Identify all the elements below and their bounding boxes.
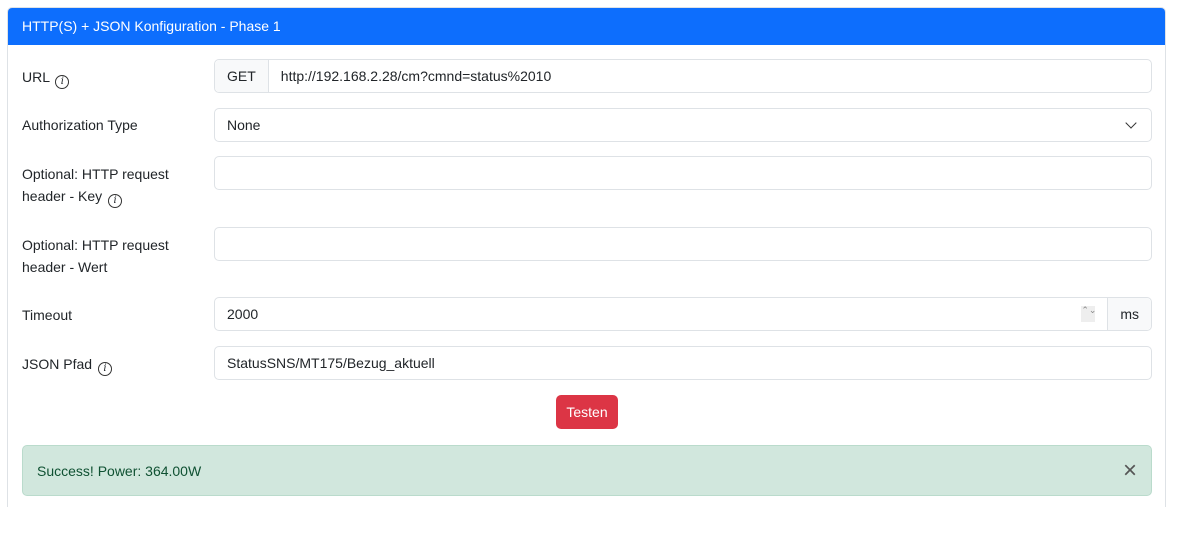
method-addon: GET: [215, 60, 269, 92]
timeout-label: Timeout: [22, 307, 73, 323]
card-header: HTTP(S) + JSON Konfiguration - Phase 1: [8, 8, 1165, 45]
json-path-input[interactable]: StatusSNS/MT175/Bezug_aktuell: [214, 346, 1152, 380]
auth-type-select[interactable]: None: [214, 108, 1152, 142]
url-input-group: GET http://192.168.2.28/cm?cmnd=status%2…: [214, 59, 1152, 93]
header-value-label-line2: header - Wert: [22, 259, 108, 275]
url-input[interactable]: http://192.168.2.28/cm?cmnd=status%2010: [269, 68, 1151, 84]
info-icon[interactable]: i: [55, 75, 70, 89]
spinner-icon[interactable]: ⌃⌄: [1081, 306, 1096, 322]
config-card: HTTP(S) + JSON Konfiguration - Phase 1 U…: [7, 7, 1166, 507]
alert-message: Success! Power: 364.00W: [37, 462, 202, 479]
header-value-label: Optional: HTTP request header - Wert: [22, 234, 169, 278]
info-icon[interactable]: i: [97, 362, 112, 376]
chevron-down-icon: [1125, 117, 1137, 129]
header-value-label-line1: Optional: HTTP request: [22, 237, 169, 253]
auth-type-value: None: [227, 117, 261, 133]
json-path-value: StatusSNS/MT175/Bezug_aktuell: [227, 355, 435, 371]
header-key-input[interactable]: [214, 156, 1152, 190]
header-key-label: Optional: HTTP request header - Key i: [22, 163, 169, 208]
timeout-input-group: 2000 ⌃⌄ ms: [214, 297, 1152, 331]
info-icon[interactable]: i: [108, 194, 123, 208]
test-button[interactable]: Testen: [556, 395, 618, 429]
header-value-input[interactable]: [214, 227, 1152, 261]
timeout-input[interactable]: 2000: [215, 306, 1081, 322]
url-label: URL i: [22, 66, 70, 89]
success-alert: Success! Power: 364.00W ×: [22, 445, 1152, 496]
close-icon[interactable]: ×: [1123, 458, 1137, 483]
header-key-label-line1: Optional: HTTP request: [22, 166, 169, 182]
unit-addon: ms: [1107, 298, 1151, 330]
json-path-label: JSON Pfad i: [22, 353, 112, 376]
auth-label: Authorization Type: [22, 117, 138, 133]
json-path-label-text: JSON Pfad: [22, 356, 93, 372]
header-key-label-line2: header - Key: [22, 188, 103, 204]
url-label-text: URL: [22, 69, 50, 85]
